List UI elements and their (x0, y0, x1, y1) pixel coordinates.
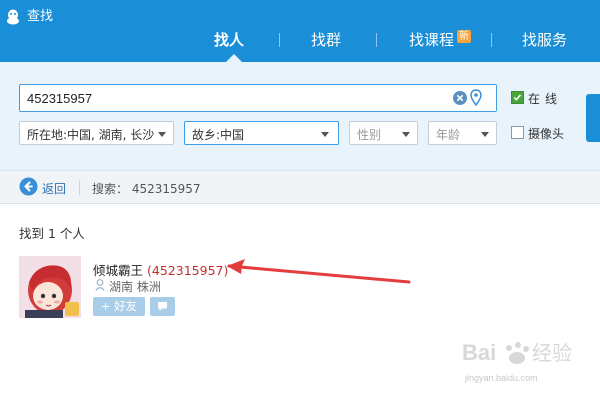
tab-divider (376, 33, 377, 47)
search-input[interactable] (20, 85, 440, 111)
baidu-jingyan-watermark-logo: Bai 经验 (462, 340, 572, 365)
new-badge: 新 (457, 30, 472, 43)
qq-number: (452315957) (147, 263, 229, 278)
search-button[interactable] (586, 94, 600, 142)
tab-find-services[interactable]: 找服务 (522, 27, 567, 53)
user-nickname-link[interactable]: 倾城霸王 (452315957) (93, 260, 228, 279)
result-count: 找到 1 个人 (19, 226, 85, 241)
tab-find-people[interactable]: 找人 (214, 27, 244, 53)
age-select-placeholder: 年龄 (436, 128, 461, 142)
chevron-down-icon (158, 132, 166, 137)
location-select-value: 所在地:中国, 湖南, 长沙 (27, 128, 155, 142)
tab-find-groups[interactable]: 找群 (311, 27, 341, 53)
breadcrumb-divider (79, 180, 80, 195)
search-box (19, 84, 497, 112)
tab-label: 找课程 (409, 31, 455, 49)
online-label: 在线 (528, 92, 563, 106)
online-checkbox[interactable] (511, 91, 524, 104)
hometown-select[interactable]: 故乡:中国 (184, 121, 339, 145)
camera-checkbox[interactable] (511, 126, 524, 139)
nickname-text: 倾城霸王 (93, 263, 144, 278)
annotation-arrow (227, 259, 411, 284)
search-summary: 搜索： 452315957 (92, 182, 201, 196)
clear-circle-icon[interactable] (453, 91, 467, 105)
tab-find-courses[interactable]: 找课程新 (409, 27, 472, 53)
chevron-down-icon (321, 132, 329, 137)
tab-divider (279, 33, 280, 47)
send-message-button[interactable] (150, 297, 175, 316)
title-bar: 查找 找人 找群 找课程新 找服务 (0, 0, 600, 62)
add-friend-button[interactable]: + 好友 (93, 297, 145, 316)
breadcrumb: 返回 搜索： 452315957 (0, 170, 600, 204)
chevron-down-icon (402, 132, 410, 137)
qq-penguin-icon (7, 9, 19, 25)
location-select[interactable]: 所在地:中国, 湖南, 长沙 (19, 121, 174, 145)
chat-bubble-icon (158, 302, 167, 311)
app-title: 查找 (27, 9, 54, 24)
tab-divider (491, 33, 492, 47)
active-tab-pointer (226, 54, 242, 62)
back-label: 返回 (42, 182, 67, 196)
svg-text:Bai: Bai (462, 340, 496, 365)
svg-text:经验: 经验 (532, 341, 572, 365)
person-icon (95, 279, 105, 291)
chevron-down-icon (481, 132, 489, 137)
search-panel: 在线 摄像头 所在地:中国, 湖南, 长沙 故乡:中国 性别 年龄 (0, 62, 600, 170)
hometown-select-value: 故乡:中国 (192, 128, 245, 142)
check-icon (513, 94, 522, 101)
age-select[interactable]: 年龄 (428, 121, 497, 145)
user-location: 湖南 株洲 (109, 280, 161, 294)
location-pin-icon[interactable] (470, 89, 482, 106)
avatar[interactable] (19, 256, 81, 318)
gender-select[interactable]: 性别 (349, 121, 418, 145)
camera-label: 摄像头 (528, 127, 565, 141)
watermark-url: jingyan.baidu.com (465, 373, 538, 383)
gender-select-placeholder: 性别 (357, 128, 382, 142)
back-arrow-icon (19, 177, 38, 196)
